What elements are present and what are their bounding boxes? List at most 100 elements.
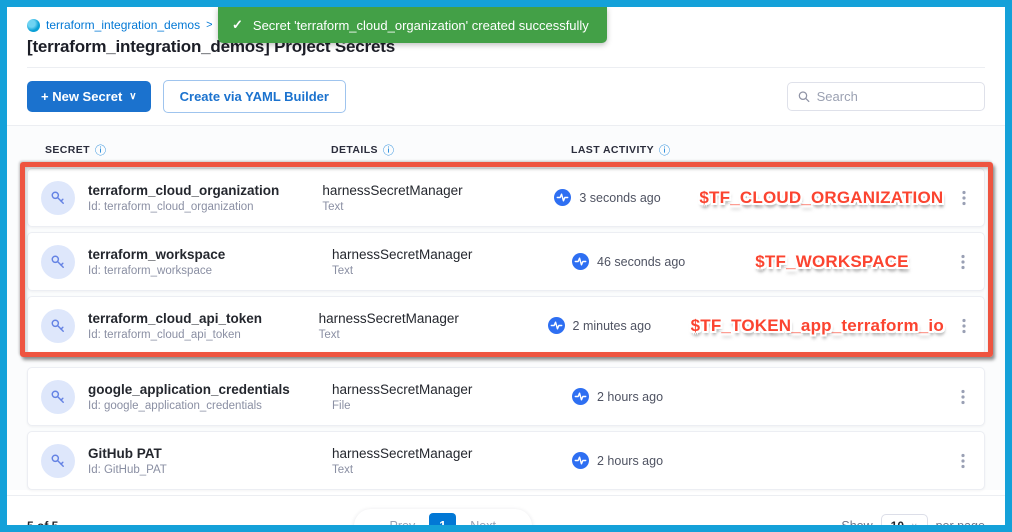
annotation-cell: $TF_CLOUD_ORGANIZATION bbox=[699, 188, 943, 208]
table-row[interactable]: terraform_cloud_api_token Id: terraform_… bbox=[27, 296, 985, 355]
activity-icon bbox=[554, 189, 571, 206]
secret-type: Text bbox=[332, 265, 572, 277]
show-label: Show bbox=[841, 519, 872, 532]
secret-id: Id: terraform_workspace bbox=[88, 265, 225, 277]
secret-manager: harnessSecretManager bbox=[332, 247, 572, 262]
table-row[interactable]: terraform_cloud_organization Id: terrafo… bbox=[27, 168, 985, 227]
toolbar: + New Secret ∨ Create via YAML Builder bbox=[7, 68, 1005, 126]
secret-type: Text bbox=[319, 329, 548, 341]
secret-cell[interactable]: google_application_credentials Id: googl… bbox=[28, 380, 332, 414]
breadcrumb-project-link[interactable]: terraform_integration_demos bbox=[46, 18, 200, 32]
row-menu-button[interactable] bbox=[942, 389, 984, 405]
key-icon bbox=[41, 444, 75, 478]
key-icon bbox=[41, 245, 75, 279]
row-menu-button[interactable] bbox=[942, 453, 984, 469]
row-menu-button[interactable] bbox=[942, 254, 984, 270]
details-cell: harnessSecretManager File bbox=[332, 382, 572, 412]
page-size-control: Show 10 ∨ per page bbox=[785, 514, 985, 532]
table-row[interactable]: terraform_workspace Id: terraform_worksp… bbox=[27, 232, 985, 291]
activity-icon bbox=[572, 452, 589, 469]
secret-name: GitHub PAT bbox=[88, 446, 167, 461]
secret-cell[interactable]: terraform_cloud_api_token Id: terraform_… bbox=[28, 309, 319, 343]
annotation-cell: $TF_WORKSPACE bbox=[722, 252, 942, 272]
env-var-annotation: $TF_TOKEN_app_terraform_io bbox=[691, 316, 944, 335]
secret-name: terraform_workspace bbox=[88, 247, 225, 262]
secret-id: Id: terraform_cloud_api_token bbox=[88, 329, 262, 341]
env-var-annotation: $TF_WORKSPACE bbox=[755, 252, 908, 271]
secret-cell[interactable]: terraform_cloud_organization Id: terrafo… bbox=[28, 181, 322, 215]
secret-id: Id: GitHub_PAT bbox=[88, 464, 167, 476]
last-activity-cell: 3 seconds ago bbox=[554, 189, 699, 206]
new-secret-button[interactable]: + New Secret ∨ bbox=[27, 81, 151, 112]
app-window: ✓ Secret 'terraform_cloud_organization' … bbox=[0, 0, 1012, 532]
breadcrumb-separator: > bbox=[206, 19, 212, 31]
last-activity-text: 46 seconds ago bbox=[597, 255, 685, 269]
activity-icon bbox=[572, 388, 589, 405]
secret-id: Id: terraform_cloud_organization bbox=[88, 201, 279, 213]
kebab-menu-icon bbox=[962, 318, 966, 334]
last-activity-text: 2 hours ago bbox=[597, 454, 663, 468]
key-icon bbox=[41, 380, 75, 414]
table-row[interactable]: GitHub PAT Id: GitHub_PAT harnessSecretM… bbox=[27, 431, 985, 490]
secret-type: Text bbox=[332, 464, 572, 476]
row-menu-button[interactable] bbox=[944, 318, 984, 334]
activity-icon bbox=[572, 253, 589, 270]
details-cell: harnessSecretManager Text bbox=[319, 311, 548, 341]
success-toast: ✓ Secret 'terraform_cloud_organization' … bbox=[218, 7, 607, 43]
yaml-builder-button[interactable]: Create via YAML Builder bbox=[163, 80, 346, 113]
activity-icon bbox=[548, 317, 565, 334]
annotation-cell: $TF_TOKEN_app_terraform_io bbox=[691, 316, 944, 336]
search-icon bbox=[798, 90, 810, 103]
last-activity-cell: 2 hours ago bbox=[572, 452, 722, 469]
key-icon bbox=[41, 181, 75, 215]
annotated-rows-group: terraform_cloud_organization Id: terrafo… bbox=[27, 168, 985, 355]
pager: ← Prev 1 Next → bbox=[354, 509, 532, 532]
table-row[interactable]: google_application_credentials Id: googl… bbox=[27, 367, 985, 426]
chevron-down-icon: ∨ bbox=[911, 521, 918, 532]
last-activity-text: 2 hours ago bbox=[597, 390, 663, 404]
key-icon bbox=[41, 309, 75, 343]
prev-button[interactable]: ← Prev bbox=[360, 515, 430, 532]
secrets-table: SECRET ⓘ DETAILS ⓘ LAST ACTIVITY ⓘ bbox=[7, 126, 1005, 490]
item-count: 5 of 5 bbox=[27, 519, 227, 532]
kebab-menu-icon bbox=[961, 254, 965, 270]
secret-name: terraform_cloud_organization bbox=[88, 183, 279, 198]
page-size-value: 10 bbox=[891, 519, 904, 532]
new-secret-label: + New Secret bbox=[41, 89, 122, 104]
info-icon[interactable]: ⓘ bbox=[659, 142, 670, 158]
secret-manager: harnessSecretManager bbox=[319, 311, 548, 326]
column-secret: SECRET bbox=[45, 144, 90, 156]
kebab-menu-icon bbox=[961, 453, 965, 469]
page-1-button[interactable]: 1 bbox=[429, 513, 456, 532]
secret-type: Text bbox=[322, 201, 554, 213]
last-activity-cell: 46 seconds ago bbox=[572, 253, 722, 270]
search-box[interactable] bbox=[787, 82, 985, 111]
last-activity-cell: 2 minutes ago bbox=[548, 317, 691, 334]
last-activity-cell: 2 hours ago bbox=[572, 388, 722, 405]
details-cell: harnessSecretManager Text bbox=[332, 446, 572, 476]
secret-name: google_application_credentials bbox=[88, 382, 290, 397]
search-input[interactable] bbox=[817, 89, 974, 104]
chevron-down-icon: ∨ bbox=[129, 91, 136, 102]
table-header: SECRET ⓘ DETAILS ⓘ LAST ACTIVITY ⓘ bbox=[27, 138, 985, 168]
column-details: DETAILS bbox=[331, 144, 378, 156]
secret-name: terraform_cloud_api_token bbox=[88, 311, 262, 326]
pagination-bar: 5 of 5 ← Prev 1 Next → Show 10 ∨ per pag… bbox=[7, 495, 1005, 532]
details-cell: harnessSecretManager Text bbox=[322, 183, 554, 213]
page-size-select[interactable]: 10 ∨ bbox=[881, 514, 928, 532]
last-activity-text: 2 minutes ago bbox=[573, 319, 652, 333]
info-icon[interactable]: ⓘ bbox=[383, 142, 394, 158]
secret-manager: harnessSecretManager bbox=[322, 183, 554, 198]
secret-id: Id: google_application_credentials bbox=[88, 400, 290, 412]
toast-message: Secret 'terraform_cloud_organization' cr… bbox=[253, 18, 589, 33]
details-cell: harnessSecretManager Text bbox=[332, 247, 572, 277]
secret-cell[interactable]: GitHub PAT Id: GitHub_PAT bbox=[28, 444, 332, 478]
secret-cell[interactable]: terraform_workspace Id: terraform_worksp… bbox=[28, 245, 332, 279]
info-icon[interactable]: ⓘ bbox=[95, 142, 106, 158]
row-menu-button[interactable] bbox=[943, 190, 984, 206]
column-last-activity: LAST ACTIVITY bbox=[571, 144, 654, 156]
last-activity-text: 3 seconds ago bbox=[579, 191, 660, 205]
secret-manager: harnessSecretManager bbox=[332, 382, 572, 397]
project-icon bbox=[27, 19, 40, 32]
next-button[interactable]: Next → bbox=[456, 515, 526, 532]
